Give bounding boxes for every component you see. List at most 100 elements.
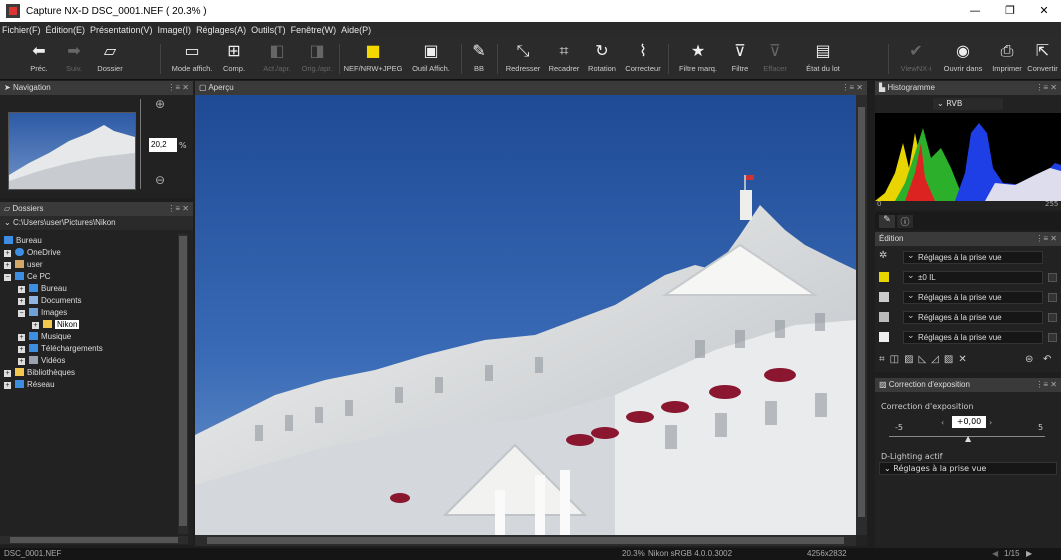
retouch-button[interactable]: ⌇ Correcteur xyxy=(622,38,664,80)
tree-item-this-pc[interactable]: − Ce PC xyxy=(4,272,51,282)
desktop-icon xyxy=(4,236,13,244)
navigation-thumbnail[interactable] xyxy=(8,112,136,190)
tree-item-desktop[interactable]: Bureau xyxy=(4,236,42,246)
tree-item-videos[interactable]: + Vidéos xyxy=(18,356,65,366)
tree-item-onedrive[interactable]: + OneDrive xyxy=(4,248,61,258)
history-icon[interactable]: ⊜ xyxy=(1025,354,1033,365)
undo-icon[interactable]: ↶ xyxy=(1043,354,1051,365)
noise-select[interactable]: Réglages à la prise vue xyxy=(903,329,1043,344)
white-balance-select[interactable]: Réglages à la prise vue xyxy=(903,289,1043,304)
tree-item-network[interactable]: + Réseau xyxy=(4,380,55,390)
tab-info-icon[interactable]: ⓘ xyxy=(897,215,913,228)
preview-vscrollbar[interactable] xyxy=(856,95,867,535)
picture-style-select[interactable]: Réglages à la prise vue xyxy=(903,309,1043,324)
edit-tool-icons[interactable]: ⌗◫▨◺◿▨✕ xyxy=(879,354,972,365)
compare-button[interactable]: ⊞ Comp. xyxy=(221,38,247,80)
menu-tools[interactable]: Outils(T) xyxy=(251,25,286,35)
convert-button[interactable]: ⇱ Convertir xyxy=(1024,38,1061,80)
original-after-button[interactable]: ◨ Orig./apr. xyxy=(297,38,337,80)
exposure-value-input[interactable]: +0,00 xyxy=(952,416,986,428)
folder-path-dropdown[interactable]: ⌄ C:\Users\user\Pictures\Nikon xyxy=(0,216,193,230)
display-mode-icon: ▭ xyxy=(184,41,200,60)
viewnx-button[interactable]: ✔ ViewNX-i xyxy=(897,38,935,80)
app-icon xyxy=(6,4,20,18)
next-button[interactable]: ➡ Suiv. xyxy=(60,38,88,80)
menu-window[interactable]: Fenêtre(W) xyxy=(291,25,337,35)
eyedropper-icon: ✎ xyxy=(472,41,486,60)
open-in-button[interactable]: ◉ Ouvrir dans xyxy=(938,38,988,80)
histogram-channel-select[interactable]: ⌄ RVB xyxy=(933,98,1003,110)
tree-item-user[interactable]: + user xyxy=(4,260,43,270)
panel-close-icon[interactable]: ⋮≡ ✕ xyxy=(1035,378,1057,392)
nef-jpeg-button[interactable]: ■ NEF/NRW+JPEG xyxy=(342,38,404,80)
panel-close-icon[interactable]: ⋮≡ ✕ xyxy=(167,202,189,216)
next-page-icon[interactable]: ▶ xyxy=(1026,548,1032,560)
dlighting-select[interactable]: ⌄ Réglages à la prise vue xyxy=(879,462,1057,475)
photo-preview[interactable] xyxy=(195,95,856,535)
menu-edit[interactable]: Édition(E) xyxy=(46,25,86,35)
noise-checkbox[interactable] xyxy=(1048,333,1057,342)
prev-page-icon[interactable]: ◀ xyxy=(992,548,998,560)
print-button[interactable]: ⎙ Imprimer xyxy=(990,38,1024,80)
picture-control-select[interactable]: Réglages à la prise vue xyxy=(903,249,1043,264)
restore-button[interactable]: ❐ xyxy=(993,0,1027,22)
panel-close-icon[interactable]: ⋮≡ ✕ xyxy=(1035,81,1057,95)
folder-button[interactable]: ▱ Dossier xyxy=(93,38,127,80)
histogram-graph xyxy=(875,113,1061,201)
tree-item-bureau[interactable]: + Bureau xyxy=(18,284,67,294)
wb-checkbox[interactable] xyxy=(1048,293,1057,302)
tree-item-music[interactable]: + Musique xyxy=(18,332,71,342)
noise-icon xyxy=(879,332,889,342)
tree-item-downloads[interactable]: + Téléchargements xyxy=(18,344,103,354)
menu-help[interactable]: Aide(P) xyxy=(341,25,371,35)
menu-view[interactable]: Présentation(V) xyxy=(90,25,153,35)
straighten-icon: ⤡ xyxy=(516,41,530,60)
exposure-checkbox[interactable] xyxy=(1048,273,1057,282)
nef-jpeg-icon: ■ xyxy=(365,41,381,60)
straighten-button[interactable]: ⤡ Redresser xyxy=(502,38,544,80)
folder-icon: ▱ xyxy=(103,41,117,60)
panel-close-icon[interactable]: ⋮≡ ✕ xyxy=(841,81,863,95)
toolbar: ⬅ Préc. ➡ Suiv. ▱ Dossier ▭ Mode affich. ⊞ Co… xyxy=(0,38,1061,80)
tab-edit-icon[interactable]: ✎ xyxy=(879,215,895,228)
tool-display-button[interactable]: ▣ Outil Affich. xyxy=(408,38,454,80)
before-after-button[interactable]: ◧ Act./apr. xyxy=(259,38,295,80)
tree-item-images[interactable]: − Images xyxy=(18,308,67,318)
crop-button[interactable]: ⌗ Recadrer xyxy=(546,38,582,80)
increase-icon[interactable]: › xyxy=(989,418,992,427)
tree-item-libraries[interactable]: + Bibliothèques xyxy=(4,368,75,378)
folder-scrollbar[interactable] xyxy=(178,234,188,534)
exposure-panel: ▨ Correction d'exposition ⋮≡ ✕ Correction… xyxy=(875,378,1061,548)
edit-row-picture-style: Réglages à la prise vue xyxy=(875,309,1061,325)
prev-button[interactable]: ⬅ Préc. xyxy=(24,38,54,80)
filter-button[interactable]: ⊽ Filtre xyxy=(726,38,754,80)
navigation-header: ➤ Navigation ⋮≡ ✕ xyxy=(0,81,193,95)
display-mode-button[interactable]: ▭ Mode affich. xyxy=(168,38,216,80)
menu-file[interactable]: Fichier(F) xyxy=(2,25,41,35)
picture-style-checkbox[interactable] xyxy=(1048,313,1057,322)
dlighting-label: D-Lighting actif xyxy=(881,452,943,461)
folder-hscrollbar[interactable] xyxy=(0,536,188,544)
panel-close-icon[interactable]: ⋮≡ ✕ xyxy=(167,81,189,95)
zoom-input[interactable]: 20,2 xyxy=(149,138,177,152)
exposure-select[interactable]: ±0 IL xyxy=(903,269,1043,284)
menu-image[interactable]: Image(I) xyxy=(158,25,192,35)
zoom-in-icon[interactable]: ⊕ xyxy=(155,97,165,111)
white-balance-button[interactable]: ✎ BB xyxy=(468,38,490,80)
tree-item-documents[interactable]: + Documents xyxy=(18,296,81,306)
zoom-out-icon[interactable]: ⊖ xyxy=(155,173,165,187)
batch-status-button[interactable]: ▤ État du lot xyxy=(797,38,849,80)
decrease-icon[interactable]: ‹ xyxy=(941,418,944,427)
clear-filter-button[interactable]: ⊽ Effacer xyxy=(758,38,792,80)
exposure-slider-thumb[interactable]: ▲ xyxy=(965,434,971,443)
rotate-button[interactable]: ↻ Rotation xyxy=(584,38,620,80)
filter-mark-button[interactable]: ★ Filtre marq. xyxy=(674,38,722,80)
menu-adjust[interactable]: Réglages(A) xyxy=(196,25,246,35)
minimize-button[interactable]: — xyxy=(958,0,992,22)
close-button[interactable]: ✕ xyxy=(1027,0,1061,22)
panel-close-icon[interactable]: ⋮≡ ✕ xyxy=(1035,232,1057,246)
tool-display-icon: ▣ xyxy=(423,41,439,60)
rotate-icon: ↻ xyxy=(595,41,609,60)
tree-item-nikon[interactable]: + Nikon xyxy=(32,320,80,330)
preview-hscrollbar[interactable] xyxy=(195,535,856,546)
